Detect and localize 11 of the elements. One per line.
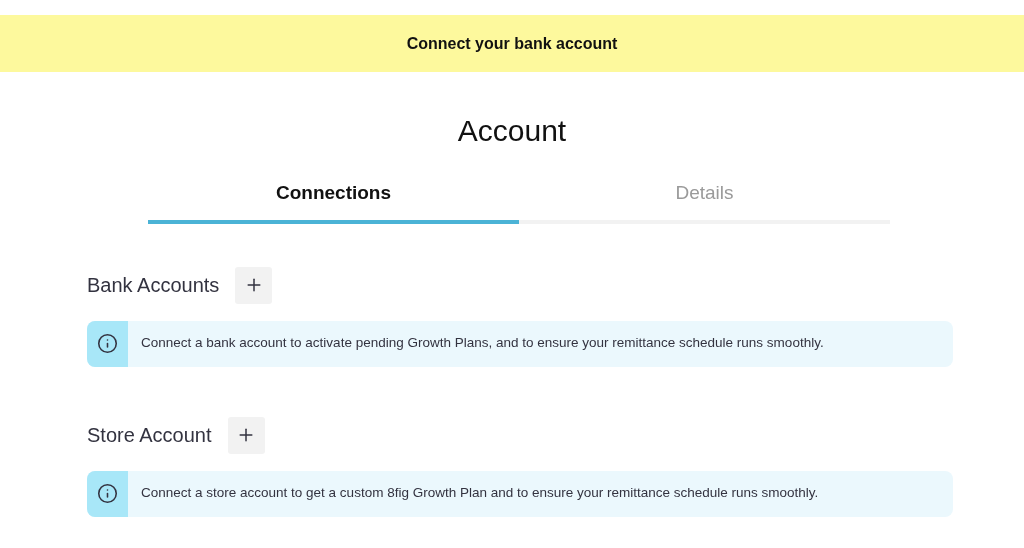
add-button[interactable] [235, 266, 273, 304]
add-button[interactable] [227, 416, 265, 454]
section-heading: Store Account [87, 423, 212, 448]
info-text: Connect a store account to get a custom 8fig Growth Plan and to ensure your remittance schedule runs smoothly. [141, 484, 819, 503]
section-heading: Bank Accounts [87, 273, 220, 298]
page-title: Account [457, 113, 567, 149]
info-text: Connect a bank account to activate pending Growth Plans, and to ensure your remittance schedule runs smoothly. [141, 334, 824, 353]
info-icon [97, 483, 118, 504]
tab[interactable]: Connections [148, 179, 519, 224]
info-icon [97, 333, 118, 354]
notice-banner: Connect your bank account [0, 15, 1024, 72]
